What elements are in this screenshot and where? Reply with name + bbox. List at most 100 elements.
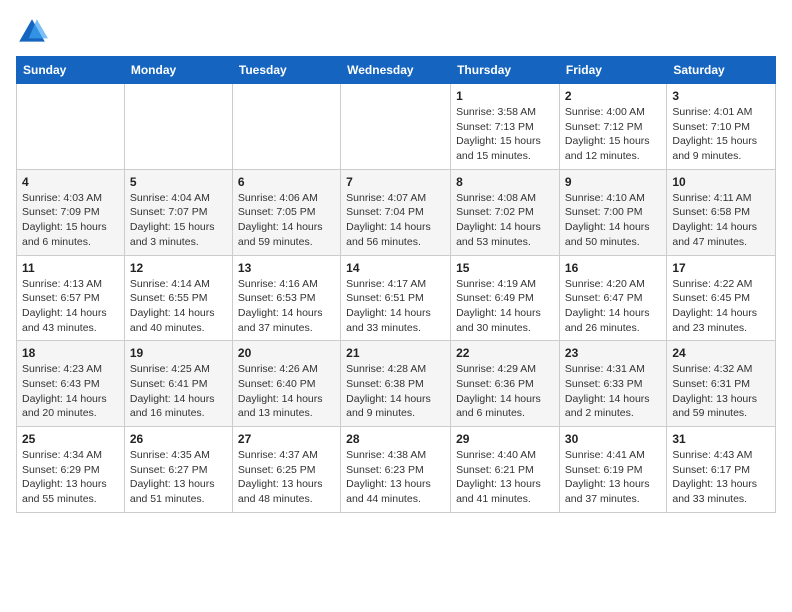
day-info: Sunrise: 4:13 AM Sunset: 6:57 PM Dayligh… bbox=[22, 277, 119, 336]
day-info: Sunrise: 4:14 AM Sunset: 6:55 PM Dayligh… bbox=[130, 277, 227, 336]
logo-icon bbox=[16, 16, 48, 48]
day-info: Sunrise: 4:17 AM Sunset: 6:51 PM Dayligh… bbox=[346, 277, 445, 336]
calendar-cell: 21Sunrise: 4:28 AM Sunset: 6:38 PM Dayli… bbox=[341, 341, 451, 427]
day-number: 29 bbox=[456, 432, 554, 446]
day-info: Sunrise: 4:10 AM Sunset: 7:00 PM Dayligh… bbox=[565, 191, 661, 250]
calendar-cell: 29 Sunrise: 4:40 AM Sunset: 6:21 PM Dayli… bbox=[451, 427, 560, 513]
page-header bbox=[16, 16, 776, 48]
weekday-header-monday: Monday bbox=[124, 57, 232, 84]
day-number: 22 bbox=[456, 346, 554, 360]
day-info: Sunrise: 4:38 AM Sunset: 6:23 PM Dayligh… bbox=[346, 448, 445, 507]
day-info: Sunrise: 4:08 AM Sunset: 7:02 PM Dayligh… bbox=[456, 191, 554, 250]
calendar-cell: 17 Sunrise: 4:22 AM Sunset: 6:45 PM Dayli… bbox=[667, 255, 776, 341]
day-info: Sunrise: 4:01 AM Sunset: 7:10 PM Dayligh… bbox=[672, 105, 770, 164]
day-info: Sunrise: 4:25 AM Sunset: 6:41 PM Dayligh… bbox=[130, 362, 227, 421]
day-number: 11 bbox=[22, 261, 119, 275]
weekday-header-row: SundayMondayTuesdayWednesdayThursdayFrid… bbox=[17, 57, 776, 84]
day-number: 4 bbox=[22, 175, 119, 189]
calendar-cell: 6 Sunrise: 4:06 AM Sunset: 7:05 PM Daylig… bbox=[232, 169, 340, 255]
day-number: 10 bbox=[672, 175, 770, 189]
weekday-header-sunday: Sunday bbox=[17, 57, 125, 84]
calendar-cell: 14 Sunrise: 4:17 AM Sunset: 6:51 PM Dayli… bbox=[341, 255, 451, 341]
calendar-cell: 5 Sunrise: 4:04 AM Sunset: 7:07 PM Daylig… bbox=[124, 169, 232, 255]
day-number: 1 bbox=[456, 89, 554, 103]
day-info: Sunrise: 4:26 AM Sunset: 6:40 PM Dayligh… bbox=[238, 362, 335, 421]
day-info: Sunrise: 4:03 AM Sunset: 7:09 PM Dayligh… bbox=[22, 191, 119, 250]
day-number: 6 bbox=[238, 175, 335, 189]
weekday-header-friday: Friday bbox=[559, 57, 666, 84]
calendar-cell: 3 Sunrise: 4:01 AM Sunset: 7:10 PM Daylig… bbox=[667, 84, 776, 170]
weekday-header-thursday: Thursday bbox=[451, 57, 560, 84]
day-info: Sunrise: 4:35 AM Sunset: 6:27 PM Dayligh… bbox=[130, 448, 227, 507]
calendar-cell: 2 Sunrise: 4:00 AM Sunset: 7:12 PM Daylig… bbox=[559, 84, 666, 170]
calendar-cell: 8 Sunrise: 4:08 AM Sunset: 7:02 PM Daylig… bbox=[451, 169, 560, 255]
day-number: 9 bbox=[565, 175, 661, 189]
day-info: Sunrise: 3:58 AM Sunset: 7:13 PM Dayligh… bbox=[456, 105, 554, 164]
day-number: 13 bbox=[238, 261, 335, 275]
calendar-cell: 18Sunrise: 4:23 AM Sunset: 6:43 PM Dayli… bbox=[17, 341, 125, 427]
calendar: SundayMondayTuesdayWednesdayThursdayFrid… bbox=[16, 56, 776, 513]
calendar-cell: 27 Sunrise: 4:37 AM Sunset: 6:25 PM Dayli… bbox=[232, 427, 340, 513]
day-info: Sunrise: 4:43 AM Sunset: 6:17 PM Dayligh… bbox=[672, 448, 770, 507]
day-info: Sunrise: 4:06 AM Sunset: 7:05 PM Dayligh… bbox=[238, 191, 335, 250]
day-number: 25 bbox=[22, 432, 119, 446]
day-info: Sunrise: 4:28 AM Sunset: 6:38 PM Dayligh… bbox=[346, 362, 445, 421]
day-info: Sunrise: 4:37 AM Sunset: 6:25 PM Dayligh… bbox=[238, 448, 335, 507]
day-number: 24 bbox=[672, 346, 770, 360]
calendar-cell: 19 Sunrise: 4:25 AM Sunset: 6:41 PM Dayli… bbox=[124, 341, 232, 427]
week-row-4: 18Sunrise: 4:23 AM Sunset: 6:43 PM Dayli… bbox=[17, 341, 776, 427]
day-info: Sunrise: 4:40 AM Sunset: 6:21 PM Dayligh… bbox=[456, 448, 554, 507]
day-info: Sunrise: 4:16 AM Sunset: 6:53 PM Dayligh… bbox=[238, 277, 335, 336]
day-number: 2 bbox=[565, 89, 661, 103]
day-number: 15 bbox=[456, 261, 554, 275]
weekday-header-tuesday: Tuesday bbox=[232, 57, 340, 84]
calendar-cell bbox=[124, 84, 232, 170]
weekday-header-saturday: Saturday bbox=[667, 57, 776, 84]
day-number: 8 bbox=[456, 175, 554, 189]
day-number: 18 bbox=[22, 346, 119, 360]
day-number: 31 bbox=[672, 432, 770, 446]
day-info: Sunrise: 4:29 AM Sunset: 6:36 PM Dayligh… bbox=[456, 362, 554, 421]
calendar-cell: 20 Sunrise: 4:26 AM Sunset: 6:40 PM Dayli… bbox=[232, 341, 340, 427]
calendar-cell: 28Sunrise: 4:38 AM Sunset: 6:23 PM Dayli… bbox=[341, 427, 451, 513]
weekday-header-wednesday: Wednesday bbox=[341, 57, 451, 84]
calendar-cell: 25Sunrise: 4:34 AM Sunset: 6:29 PM Dayli… bbox=[17, 427, 125, 513]
week-row-3: 11 Sunrise: 4:13 AM Sunset: 6:57 PM Dayli… bbox=[17, 255, 776, 341]
calendar-cell: 16 Sunrise: 4:20 AM Sunset: 6:47 PM Dayli… bbox=[559, 255, 666, 341]
calendar-cell: 7 Sunrise: 4:07 AM Sunset: 7:04 PM Daylig… bbox=[341, 169, 451, 255]
day-number: 26 bbox=[130, 432, 227, 446]
calendar-cell: 24 Sunrise: 4:32 AM Sunset: 6:31 PM Dayli… bbox=[667, 341, 776, 427]
day-info: Sunrise: 4:41 AM Sunset: 6:19 PM Dayligh… bbox=[565, 448, 661, 507]
week-row-1: 1 Sunrise: 3:58 AM Sunset: 7:13 PM Daylig… bbox=[17, 84, 776, 170]
day-number: 12 bbox=[130, 261, 227, 275]
calendar-cell: 22 Sunrise: 4:29 AM Sunset: 6:36 PM Dayli… bbox=[451, 341, 560, 427]
day-info: Sunrise: 4:07 AM Sunset: 7:04 PM Dayligh… bbox=[346, 191, 445, 250]
calendar-cell: 23Sunrise: 4:31 AM Sunset: 6:33 PM Dayli… bbox=[559, 341, 666, 427]
day-number: 5 bbox=[130, 175, 227, 189]
day-number: 3 bbox=[672, 89, 770, 103]
calendar-cell: 10Sunrise: 4:11 AM Sunset: 6:58 PM Dayli… bbox=[667, 169, 776, 255]
day-info: Sunrise: 4:00 AM Sunset: 7:12 PM Dayligh… bbox=[565, 105, 661, 164]
calendar-cell: 30Sunrise: 4:41 AM Sunset: 6:19 PM Dayli… bbox=[559, 427, 666, 513]
day-info: Sunrise: 4:22 AM Sunset: 6:45 PM Dayligh… bbox=[672, 277, 770, 336]
day-info: Sunrise: 4:19 AM Sunset: 6:49 PM Dayligh… bbox=[456, 277, 554, 336]
calendar-cell: 1 Sunrise: 3:58 AM Sunset: 7:13 PM Daylig… bbox=[451, 84, 560, 170]
calendar-cell: 26 Sunrise: 4:35 AM Sunset: 6:27 PM Dayli… bbox=[124, 427, 232, 513]
day-number: 17 bbox=[672, 261, 770, 275]
day-info: Sunrise: 4:20 AM Sunset: 6:47 PM Dayligh… bbox=[565, 277, 661, 336]
calendar-cell: 13 Sunrise: 4:16 AM Sunset: 6:53 PM Dayli… bbox=[232, 255, 340, 341]
day-info: Sunrise: 4:32 AM Sunset: 6:31 PM Dayligh… bbox=[672, 362, 770, 421]
day-number: 16 bbox=[565, 261, 661, 275]
day-number: 19 bbox=[130, 346, 227, 360]
calendar-cell bbox=[341, 84, 451, 170]
day-number: 23 bbox=[565, 346, 661, 360]
day-number: 14 bbox=[346, 261, 445, 275]
calendar-cell bbox=[17, 84, 125, 170]
calendar-cell: 4 Sunrise: 4:03 AM Sunset: 7:09 PM Daylig… bbox=[17, 169, 125, 255]
day-number: 7 bbox=[346, 175, 445, 189]
day-number: 27 bbox=[238, 432, 335, 446]
calendar-cell: 31 Sunrise: 4:43 AM Sunset: 6:17 PM Dayli… bbox=[667, 427, 776, 513]
day-info: Sunrise: 4:04 AM Sunset: 7:07 PM Dayligh… bbox=[130, 191, 227, 250]
calendar-cell: 12 Sunrise: 4:14 AM Sunset: 6:55 PM Dayli… bbox=[124, 255, 232, 341]
day-number: 20 bbox=[238, 346, 335, 360]
